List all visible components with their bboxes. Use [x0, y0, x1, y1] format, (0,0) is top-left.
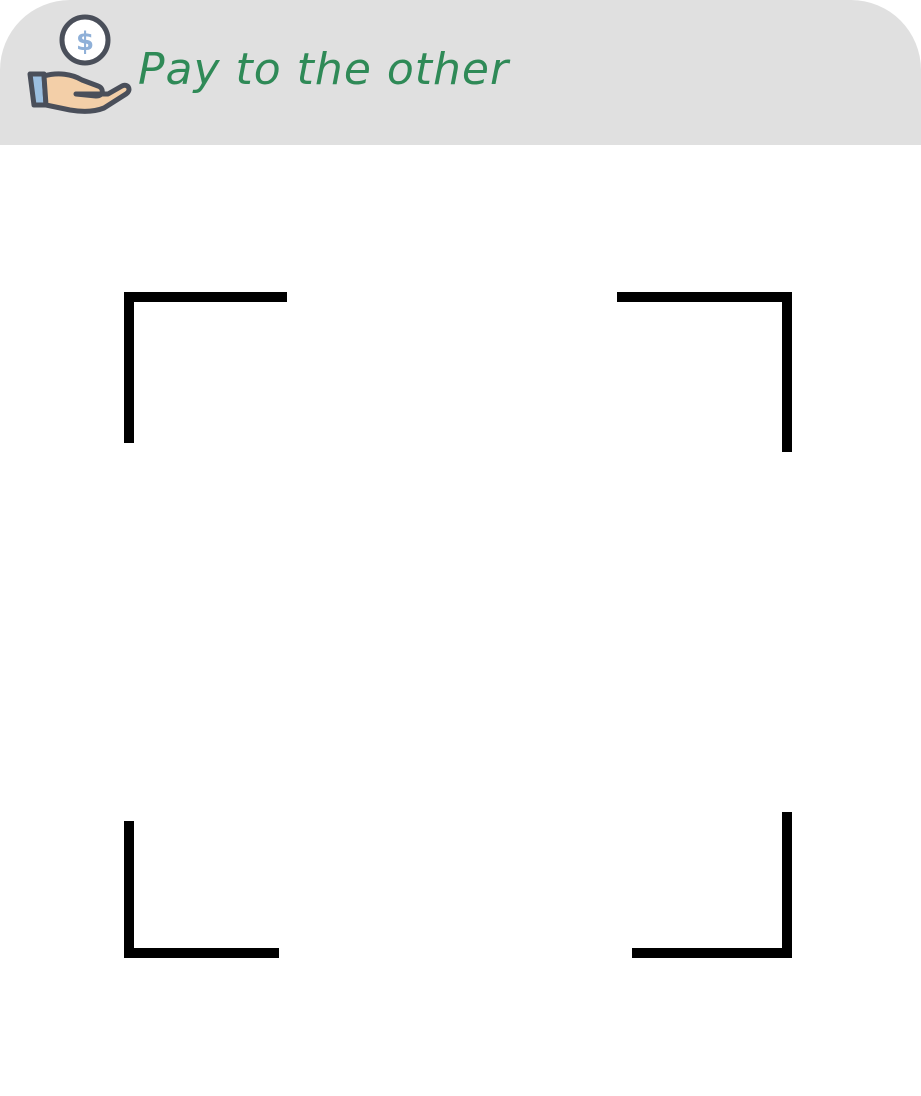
scan-corner-top-right [617, 292, 792, 452]
scan-corner-bottom-right [632, 812, 792, 958]
scan-corner-bottom-left [124, 821, 279, 958]
qr-scan-frame [0, 0, 921, 1096]
scan-corner-top-left [124, 292, 287, 443]
